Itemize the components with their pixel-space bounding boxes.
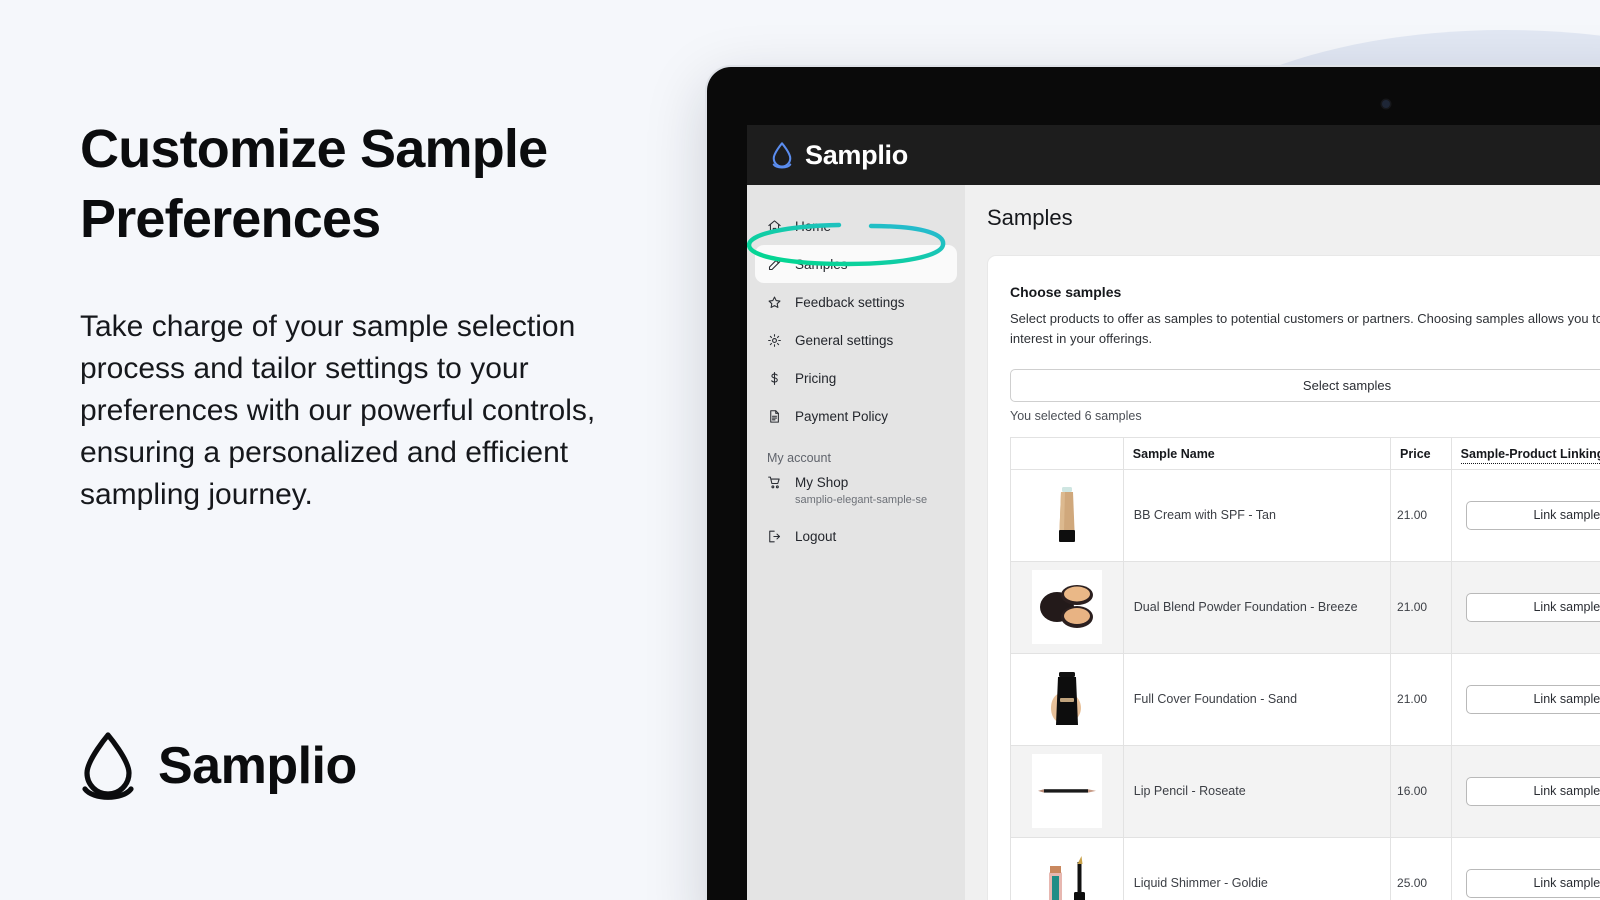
row-link-cell: Link sample	[1451, 469, 1600, 562]
table-row: Lip Pencil - Roseate 16.00 Link sample	[1011, 745, 1600, 838]
row-link-cell: Link sample	[1451, 561, 1600, 654]
powder-compact-image	[1031, 570, 1102, 645]
star-icon	[768, 296, 781, 308]
logout-icon	[769, 530, 781, 542]
link-sample-label: Link sample	[1533, 508, 1600, 523]
link-sample-label: Link sample	[1533, 692, 1600, 707]
screenshot-root: Customize Sample Preferences Take charge…	[0, 0, 1600, 900]
col-header-sample-name: Sample Name	[1123, 438, 1392, 470]
black-tube-image	[1031, 662, 1102, 737]
marketing-panel: Customize Sample Preferences Take charge…	[0, 0, 700, 900]
sidebar-item-my-shop[interactable]: My Shop samplio-elegant-sample-se	[755, 471, 957, 517]
select-samples-label: Select samples	[1302, 378, 1392, 394]
page-body-copy: Take charge of your sample selection pro…	[80, 310, 596, 511]
col-header-linking-text: Sample-Product Linking	[1460, 446, 1600, 464]
app-header: Samplio	[747, 125, 1600, 185]
row-sample-name: Liquid Shimmer - Goldie	[1123, 837, 1392, 900]
link-sample-button[interactable]: Link sample	[1465, 868, 1600, 898]
row-thumbnail-cell	[1011, 561, 1124, 654]
card-heading: Choose samples	[1010, 284, 1122, 300]
bb-cream-tube-image	[1031, 478, 1102, 553]
row-thumbnail-cell	[1011, 469, 1124, 562]
liquid-shimmer-image	[1031, 846, 1102, 900]
sidebar-item-pricing[interactable]: Pricing	[755, 359, 957, 397]
samples-table-wrapper: Sample Name Price Sample-Product Linking	[1010, 437, 1600, 900]
link-sample-button[interactable]: Link sample	[1465, 500, 1600, 530]
link-sample-button[interactable]: Link sample	[1465, 592, 1600, 622]
water-drop-icon	[772, 141, 792, 169]
sidebar-item-home[interactable]: Home	[755, 207, 957, 245]
row-thumbnail-cell	[1011, 653, 1124, 746]
selected-count-note: You selected 6 samples	[1010, 409, 1142, 424]
select-samples-button[interactable]: Select samples	[1010, 369, 1600, 403]
sidebar-item-general-settings[interactable]: General settings	[755, 321, 957, 359]
shopping-cart-icon	[768, 476, 780, 489]
table-row: Liquid Shimmer - Goldie 25.00 Link sampl…	[1011, 837, 1600, 900]
sidebar: Home Samples Feedback settings General s…	[747, 185, 965, 900]
row-sample-name: Dual Blend Powder Foundation - Breeze	[1123, 561, 1392, 654]
choose-samples-card: Choose samples Select products to offer …	[987, 255, 1600, 900]
link-sample-button[interactable]: Link sample	[1465, 684, 1600, 714]
laptop-mockup: Samplio Home Samples Feedback settings G…	[705, 65, 1600, 900]
sidebar-shop-subtitle: samplio-elegant-sample-se	[795, 493, 928, 506]
sidebar-item-label: Samples	[795, 256, 848, 272]
webcam-dot	[1382, 100, 1390, 108]
sidebar-item-label: Pricing	[795, 370, 837, 386]
row-link-cell: Link sample	[1451, 837, 1600, 900]
sidebar-item-payment-policy[interactable]: Payment Policy	[755, 397, 957, 435]
sidebar-shop-label: My Shop	[795, 475, 849, 490]
sidebar-item-feedback-settings[interactable]: Feedback settings	[755, 283, 957, 321]
pencil-icon	[768, 258, 781, 270]
row-price: 21.00	[1390, 469, 1452, 562]
samples-table-body: BB Cream with SPF - Tan 21.00 Link sampl…	[1011, 469, 1600, 900]
gear-icon	[768, 333, 781, 347]
row-sample-name: BB Cream with SPF - Tan	[1123, 469, 1392, 562]
samples-table: Sample Name Price Sample-Product Linking	[1011, 438, 1600, 900]
sidebar-item-label: General settings	[795, 332, 894, 348]
row-link-cell: Link sample	[1451, 745, 1600, 838]
sidebar-item-samples[interactable]: Samples	[755, 245, 957, 283]
sidebar-item-logout[interactable]: Logout	[755, 517, 957, 555]
sidebar-item-label: Logout	[795, 528, 837, 544]
app-brand-title: Samplio	[805, 139, 908, 170]
row-price: 25.00	[1390, 837, 1452, 900]
link-sample-label: Link sample	[1533, 784, 1600, 799]
table-row: BB Cream with SPF - Tan 21.00 Link sampl…	[1011, 469, 1600, 562]
card-description: Select products to offer as samples to p…	[1010, 311, 1600, 347]
dollar-icon	[771, 371, 778, 385]
link-sample-label: Link sample	[1533, 600, 1600, 615]
link-sample-button[interactable]: Link sample	[1465, 776, 1600, 806]
brand-name: Samplio	[158, 737, 357, 795]
row-price: 21.00	[1390, 561, 1452, 654]
water-drop-icon	[82, 732, 134, 800]
row-thumbnail-cell	[1011, 837, 1124, 900]
row-thumbnail-cell	[1011, 745, 1124, 838]
table-row: Dual Blend Powder Foundation - Breeze 21…	[1011, 561, 1600, 654]
document-icon	[770, 409, 779, 423]
sidebar-section-label: My account	[767, 451, 831, 465]
link-sample-label: Link sample	[1533, 876, 1600, 891]
row-price: 16.00	[1390, 745, 1452, 838]
sidebar-item-label: Feedback settings	[795, 294, 905, 310]
col-header-price: Price	[1390, 438, 1452, 470]
main-content: Samples Choose samples Select products t…	[965, 185, 1600, 900]
row-sample-name: Full Cover Foundation - Sand	[1123, 653, 1392, 746]
row-price: 21.00	[1390, 653, 1452, 746]
brand-lockup: Samplio	[80, 730, 357, 802]
col-header-sample-product-linking: Sample-Product Linking	[1451, 438, 1600, 470]
table-header-row: Sample Name Price Sample-Product Linking	[1011, 438, 1600, 470]
table-row: Full Cover Foundation - Sand 21.00 Link …	[1011, 653, 1600, 746]
col-header-thumbnail	[1011, 438, 1124, 470]
page-title: Samples	[987, 205, 1073, 230]
lip-pencil-image	[1031, 754, 1102, 829]
samples-table-head: Sample Name Price Sample-Product Linking	[1011, 438, 1600, 470]
page-headline: Customize Sample Preferences	[80, 119, 548, 250]
sidebar-item-label: Payment Policy	[795, 408, 889, 424]
app-screen: Samplio Home Samples Feedback settings G…	[747, 125, 1600, 900]
row-link-cell: Link sample	[1451, 653, 1600, 746]
sidebar-item-label: Home	[795, 218, 832, 234]
home-icon	[768, 219, 781, 232]
row-sample-name: Lip Pencil - Roseate	[1123, 745, 1392, 838]
